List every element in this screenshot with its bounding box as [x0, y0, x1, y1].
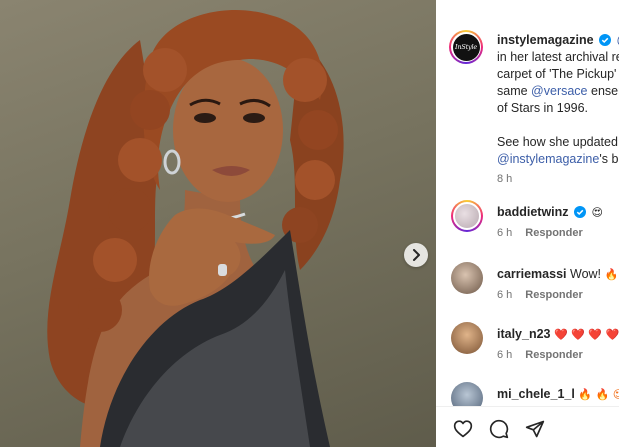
commenter-avatar[interactable] — [451, 262, 483, 294]
verified-badge-icon — [574, 206, 587, 218]
commenter-username[interactable]: italy_n23 — [497, 327, 551, 341]
author-avatar[interactable]: InStyle — [449, 30, 483, 64]
comment-item: carriemassi Wow! 🔥 6 h Responder — [436, 262, 619, 310]
heart-icon[interactable] — [453, 419, 473, 438]
comment-item: baddietwinz 😍 6 h Responder — [436, 200, 619, 248]
caption-line: @instylemagazine's bi — [497, 152, 619, 166]
post-photo — [0, 0, 436, 447]
next-image-button[interactable] — [404, 243, 428, 267]
comments-panel: InStyle instylemagazine @ in her latest … — [436, 0, 619, 447]
caption-line: of Stars in 1996. — [497, 101, 589, 115]
comment-time: 6 h — [497, 349, 513, 361]
comment-time: 6 h — [497, 227, 513, 239]
reply-button[interactable]: Responder — [525, 349, 582, 361]
comment-emoji: 😍 — [591, 206, 603, 219]
versace-mention[interactable]: @versace — [531, 84, 587, 98]
post-action-bar — [436, 406, 619, 447]
instyle-logo: InStyle — [452, 33, 480, 61]
comment-emoji: 🔥 🔥 😍 — [578, 388, 619, 401]
verified-badge-icon — [599, 34, 612, 46]
comment-item: italy_n23 ❤️ ❤️ ❤️ ❤️ 6 h Responder — [436, 322, 619, 370]
commenter-avatar[interactable] — [451, 200, 483, 232]
comment-emoji: 🔥 — [604, 268, 619, 281]
caption-line: carpet of 'The Pickup' — [497, 67, 617, 81]
commenter-username[interactable]: baddietwinz — [497, 205, 569, 219]
comment-time: 6 h — [497, 289, 513, 301]
caption-line: in her latest archival re — [497, 50, 619, 64]
reply-button[interactable]: Responder — [525, 227, 582, 239]
comment-emoji: ❤️ ❤️ ❤️ ❤️ — [554, 328, 619, 341]
commenter-avatar[interactable] — [451, 322, 483, 354]
paper-plane-icon[interactable] — [525, 419, 545, 439]
reply-button[interactable]: Responder — [525, 289, 582, 301]
post-timestamp: 8 h — [497, 173, 513, 185]
author-username[interactable]: instylemagazine — [497, 33, 594, 47]
chevron-right-icon — [413, 249, 420, 261]
caption-text: instylemagazine @ in her latest archival… — [497, 32, 619, 188]
commenter-username[interactable]: carriemassi — [497, 267, 567, 281]
comment-text: Wow! — [570, 267, 602, 281]
commenter-username[interactable]: mi_chele_1_l — [497, 387, 575, 401]
instyle-mention[interactable]: @instylemagazine — [497, 152, 599, 166]
caption-line: same @versace ensem — [497, 84, 619, 98]
portrait-image — [47, 10, 344, 447]
caption-line: See how she updated — [497, 135, 618, 149]
comment-bubble-icon[interactable] — [489, 419, 509, 439]
